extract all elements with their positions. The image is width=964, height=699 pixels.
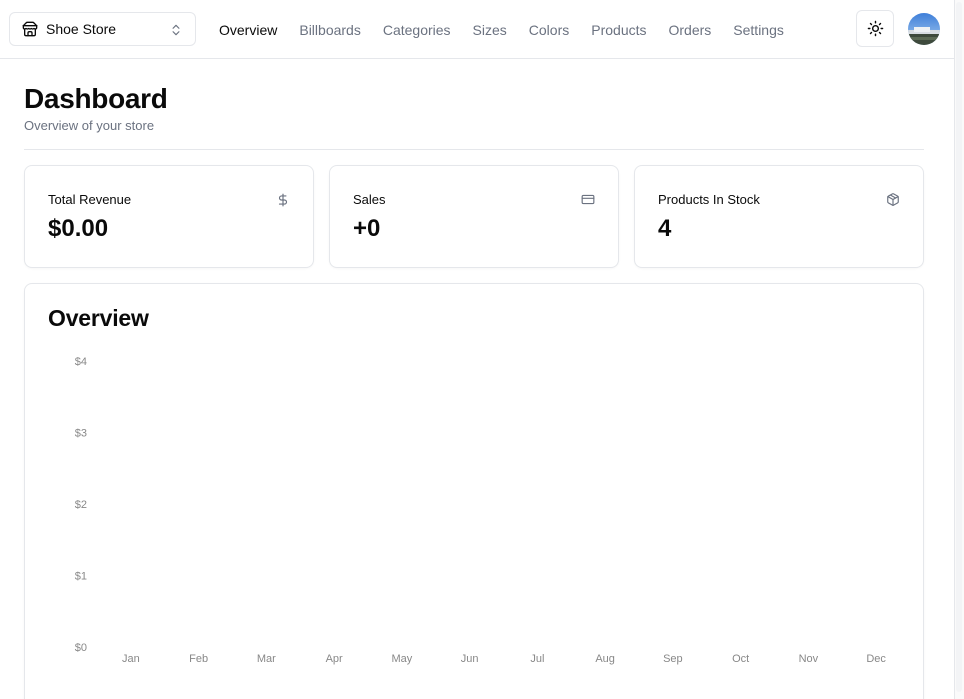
stat-card-total-revenue: Total Revenue $0.00 bbox=[24, 165, 314, 268]
x-tick-label: Oct bbox=[732, 653, 749, 665]
store-name: Shoe Store bbox=[46, 21, 117, 37]
y-tick-label: $4 bbox=[75, 356, 87, 368]
x-tick-label: Feb bbox=[189, 653, 208, 665]
y-tick-label: $0 bbox=[75, 642, 87, 654]
page-subtitle: Overview of your store bbox=[24, 118, 155, 133]
nav-link-settings[interactable]: Settings bbox=[733, 22, 784, 38]
nav-link-colors[interactable]: Colors bbox=[529, 22, 569, 38]
x-tick-label: Apr bbox=[326, 653, 343, 665]
stat-label: Sales bbox=[353, 192, 386, 207]
nav-link-sizes[interactable]: Sizes bbox=[473, 22, 507, 38]
y-tick-label: $2 bbox=[75, 499, 87, 511]
stat-card-sales: Sales +0 bbox=[329, 165, 619, 268]
x-tick-label: Aug bbox=[595, 653, 615, 665]
store-switcher[interactable]: Shoe Store bbox=[9, 12, 196, 46]
separator bbox=[24, 149, 924, 150]
chevrons-up-down-icon bbox=[169, 22, 183, 38]
nav-link-billboards[interactable]: Billboards bbox=[299, 22, 360, 38]
scrollbar-thumb[interactable] bbox=[956, 2, 962, 692]
stat-label: Total Revenue bbox=[48, 192, 132, 207]
x-tick-label: Dec bbox=[866, 653, 886, 665]
stat-value: $0.00 bbox=[48, 215, 109, 242]
y-tick-label: $3 bbox=[75, 428, 87, 440]
nav-link-orders[interactable]: Orders bbox=[669, 22, 712, 38]
nav-link-categories[interactable]: Categories bbox=[383, 22, 451, 38]
overview-bar-chart: $0 $1 $2 $3 $4 Jan Feb Mar Apr May Jun Jul Aug Sep Oct… bbox=[75, 356, 887, 665]
dollar-icon bbox=[276, 192, 290, 207]
x-tick-label: Jan bbox=[122, 653, 140, 665]
theme-toggle-button[interactable] bbox=[856, 10, 894, 47]
top-navigation: Shoe Store Overview Billboards Categorie… bbox=[0, 0, 954, 59]
overview-chart-card: Overview $0 $1 $2 $3 $4 Jan Feb Mar Apr May Jun Jul… bbox=[24, 283, 924, 699]
x-tick-label: Mar bbox=[257, 653, 276, 665]
package-icon bbox=[886, 192, 900, 206]
stat-card-products-in-stock: Products In Stock 4 bbox=[634, 165, 924, 268]
x-tick-label: Jun bbox=[461, 653, 479, 665]
store-icon bbox=[22, 21, 38, 37]
x-tick-label: May bbox=[391, 653, 412, 665]
x-tick-label: Nov bbox=[799, 653, 819, 665]
stat-value: +0 bbox=[353, 215, 381, 242]
y-tick-label: $1 bbox=[75, 571, 87, 583]
stat-value: 4 bbox=[658, 215, 672, 242]
x-tick-label: Jul bbox=[530, 653, 544, 665]
nav-link-overview[interactable]: Overview bbox=[219, 22, 277, 38]
sun-icon bbox=[867, 20, 884, 37]
credit-card-icon bbox=[581, 192, 595, 206]
main-nav: Overview Billboards Categories Sizes Col… bbox=[219, 0, 806, 59]
dashboard-page: Shoe Store Overview Billboards Categorie… bbox=[0, 0, 954, 699]
stat-label: Products In Stock bbox=[658, 192, 760, 207]
user-avatar[interactable] bbox=[908, 13, 940, 45]
page-title: Dashboard bbox=[24, 83, 168, 114]
nav-link-products[interactable]: Products bbox=[591, 22, 646, 38]
x-tick-label: Sep bbox=[663, 653, 683, 665]
